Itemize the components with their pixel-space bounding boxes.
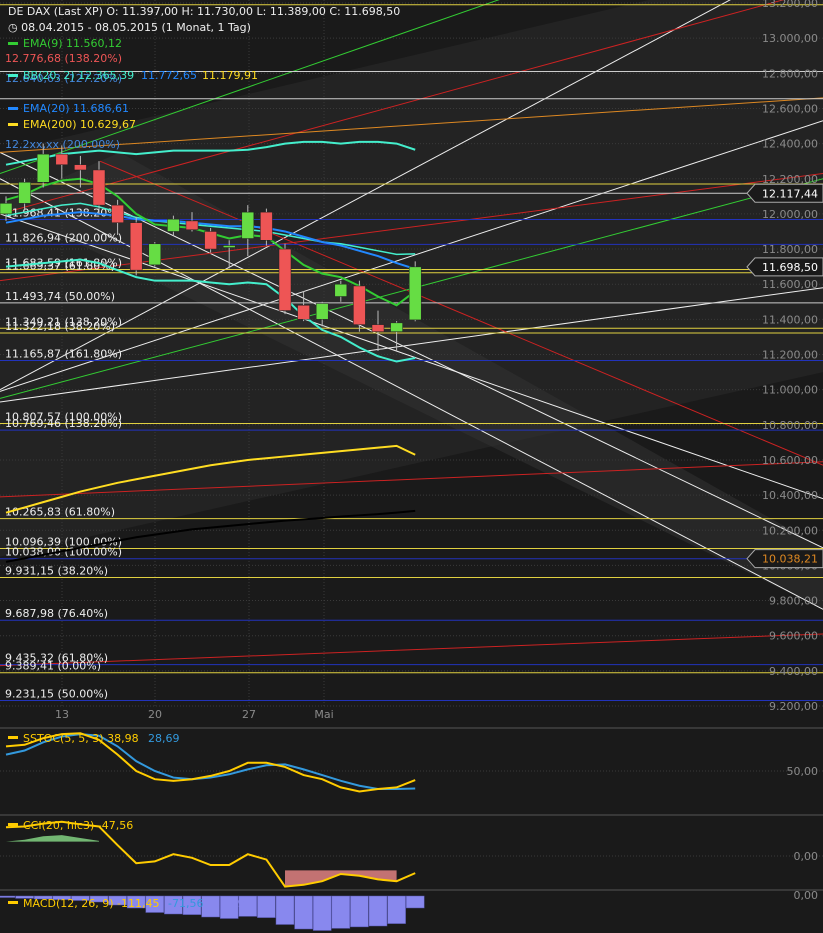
fib-level-label: 11.165,87 (161.80%) <box>5 347 122 360</box>
header-range: ◷ 08.04.2015 - 08.05.2015 (1 Monat, 1 Ta… <box>8 21 251 34</box>
macd-axis-label: 0,00 <box>794 889 819 902</box>
stoch-legend-label: SSTOC(5, 5, 3) 38,98 <box>23 732 139 745</box>
header-instrument: DE DAX (Last XP) O: 11.397,00 H: 11.730,… <box>8 5 400 18</box>
macd-histogram-bar <box>331 895 351 929</box>
candle-body <box>334 283 348 297</box>
candle-body <box>167 218 180 232</box>
macd-histogram-bar <box>275 895 295 925</box>
fib-level-label-top: 12.2xx,xx (200.00%) <box>5 138 120 151</box>
macd-histogram-bar <box>0 895 16 898</box>
price-axis-label: 13.000,00 <box>762 32 818 45</box>
price-axis-label: 9.200,00 <box>769 700 818 713</box>
legend-label: EMA(9) 11.560,12 <box>23 37 122 50</box>
dax-chart: 11.968,41 (138.20%)11.826,94 (200.00%)11… <box>0 0 823 933</box>
fib-level-label: 10.038,00 (100.00%) <box>5 546 122 559</box>
date-axis-label: 13 <box>55 708 69 721</box>
fib-level-label: 11.493,74 (50.00%) <box>5 290 115 303</box>
price-axis-label: 10.600,00 <box>762 454 818 467</box>
price-axis-label: 9.400,00 <box>769 665 818 678</box>
date-axis-label: 27 <box>242 708 256 721</box>
macd-legend-swatch <box>8 901 18 904</box>
macd-histogram-bar <box>368 895 388 927</box>
macd-histogram-bar <box>312 895 332 931</box>
price-marker-label: 12.117,44 <box>762 187 818 200</box>
date-axis-label: 20 <box>148 708 162 721</box>
price-axis-label: 11.600,00 <box>762 278 818 291</box>
candle-body <box>390 322 403 332</box>
legend-swatch <box>8 42 18 45</box>
candle-body <box>0 203 13 215</box>
fib-level-label-top: 12.776,68 (138.20%) <box>5 52 122 65</box>
fib-level-label: 11.826,94 (200.00%) <box>5 231 122 244</box>
candle-body <box>55 153 69 165</box>
candle-body <box>148 243 162 266</box>
price-axis-label: 11.000,00 <box>762 384 818 397</box>
legend-swatch <box>8 74 18 77</box>
stoch-axis-label: 50,00 <box>787 765 819 778</box>
price-axis-label: 12.800,00 <box>762 67 818 80</box>
fib-level-label: 11.322,18 (38.20%) <box>5 320 115 333</box>
macd-legend-value2: -71,56 <box>168 897 203 910</box>
fib-level-label: 10.769,46 (138.20%) <box>5 417 122 430</box>
fib-level-label: 9.931,15 (38.20%) <box>5 565 108 578</box>
candle-body <box>408 266 422 321</box>
price-axis-label: 12.000,00 <box>762 208 818 221</box>
candle-body <box>315 303 329 320</box>
fib-level-label: 9.687,98 (76.40%) <box>5 607 108 620</box>
macd-histogram-bar <box>294 895 313 930</box>
stoch-legend-value2: 28,69 <box>148 732 180 745</box>
candle-body <box>260 211 273 241</box>
candle-body <box>185 220 199 230</box>
candle-body <box>204 231 217 250</box>
cci-legend-swatch <box>8 823 18 826</box>
stoch-legend-swatch <box>8 736 18 739</box>
price-marker-label: 10.038,21 <box>762 553 818 566</box>
legend-label: EMA(20) 11.686,61 <box>23 102 129 115</box>
macd-histogram-bar <box>405 895 425 909</box>
price-marker-label: 11.698,50 <box>762 261 818 274</box>
price-axis-label: 9.600,00 <box>769 630 818 643</box>
fib-level-label: 9.389,41 (0.00%) <box>5 660 101 673</box>
candle-body <box>222 245 236 248</box>
candle-body <box>18 182 31 204</box>
legend-value-low: 11.179,91 <box>202 69 258 82</box>
candle-body <box>92 169 106 206</box>
candle-body <box>371 324 385 332</box>
candle-body <box>278 248 292 311</box>
candle-body <box>297 305 310 320</box>
candle-body <box>36 153 50 183</box>
legend-swatch <box>8 123 18 126</box>
macd-histogram-bar <box>387 895 406 924</box>
macd-histogram-bar <box>350 895 369 928</box>
candle-body <box>74 164 87 171</box>
cci-legend-label: CCI(20, hlc3) -47,56 <box>23 819 133 832</box>
legend-label: EMA(200) 10.629,67 <box>23 118 136 131</box>
price-axis-label: 12.400,00 <box>762 138 818 151</box>
legend-label: BB(20, 2) 12.365,39 <box>23 69 134 82</box>
price-axis-label: 10.400,00 <box>762 489 818 502</box>
price-axis-label: 10.800,00 <box>762 419 818 432</box>
candle-body <box>353 285 366 325</box>
fib-level-label: 9.231,15 (50.00%) <box>5 688 108 701</box>
price-axis-label: 10.200,00 <box>762 524 818 537</box>
candle-body <box>111 204 124 223</box>
price-axis-label: 13.200,00 <box>762 0 818 10</box>
price-axis-label: 11.800,00 <box>762 243 818 256</box>
candle-body <box>129 222 143 271</box>
candle-body <box>241 211 255 239</box>
macd-legend-label: MACD(12, 26, 9) -111,45 <box>23 897 160 910</box>
date-axis-label: Mai <box>314 708 333 721</box>
price-axis-label: 9.800,00 <box>769 595 818 608</box>
macd-legend-value3: -39,89 <box>209 897 244 910</box>
cci-axis-label: 0,00 <box>794 850 819 863</box>
price-axis-label: 12.600,00 <box>762 102 818 115</box>
macd-histogram-bar <box>257 895 276 918</box>
legend-value-mid: 11.772,65 <box>141 69 197 82</box>
price-axis-label: 11.400,00 <box>762 313 818 326</box>
price-axis-label: 11.200,00 <box>762 349 818 362</box>
legend-swatch <box>8 107 18 110</box>
